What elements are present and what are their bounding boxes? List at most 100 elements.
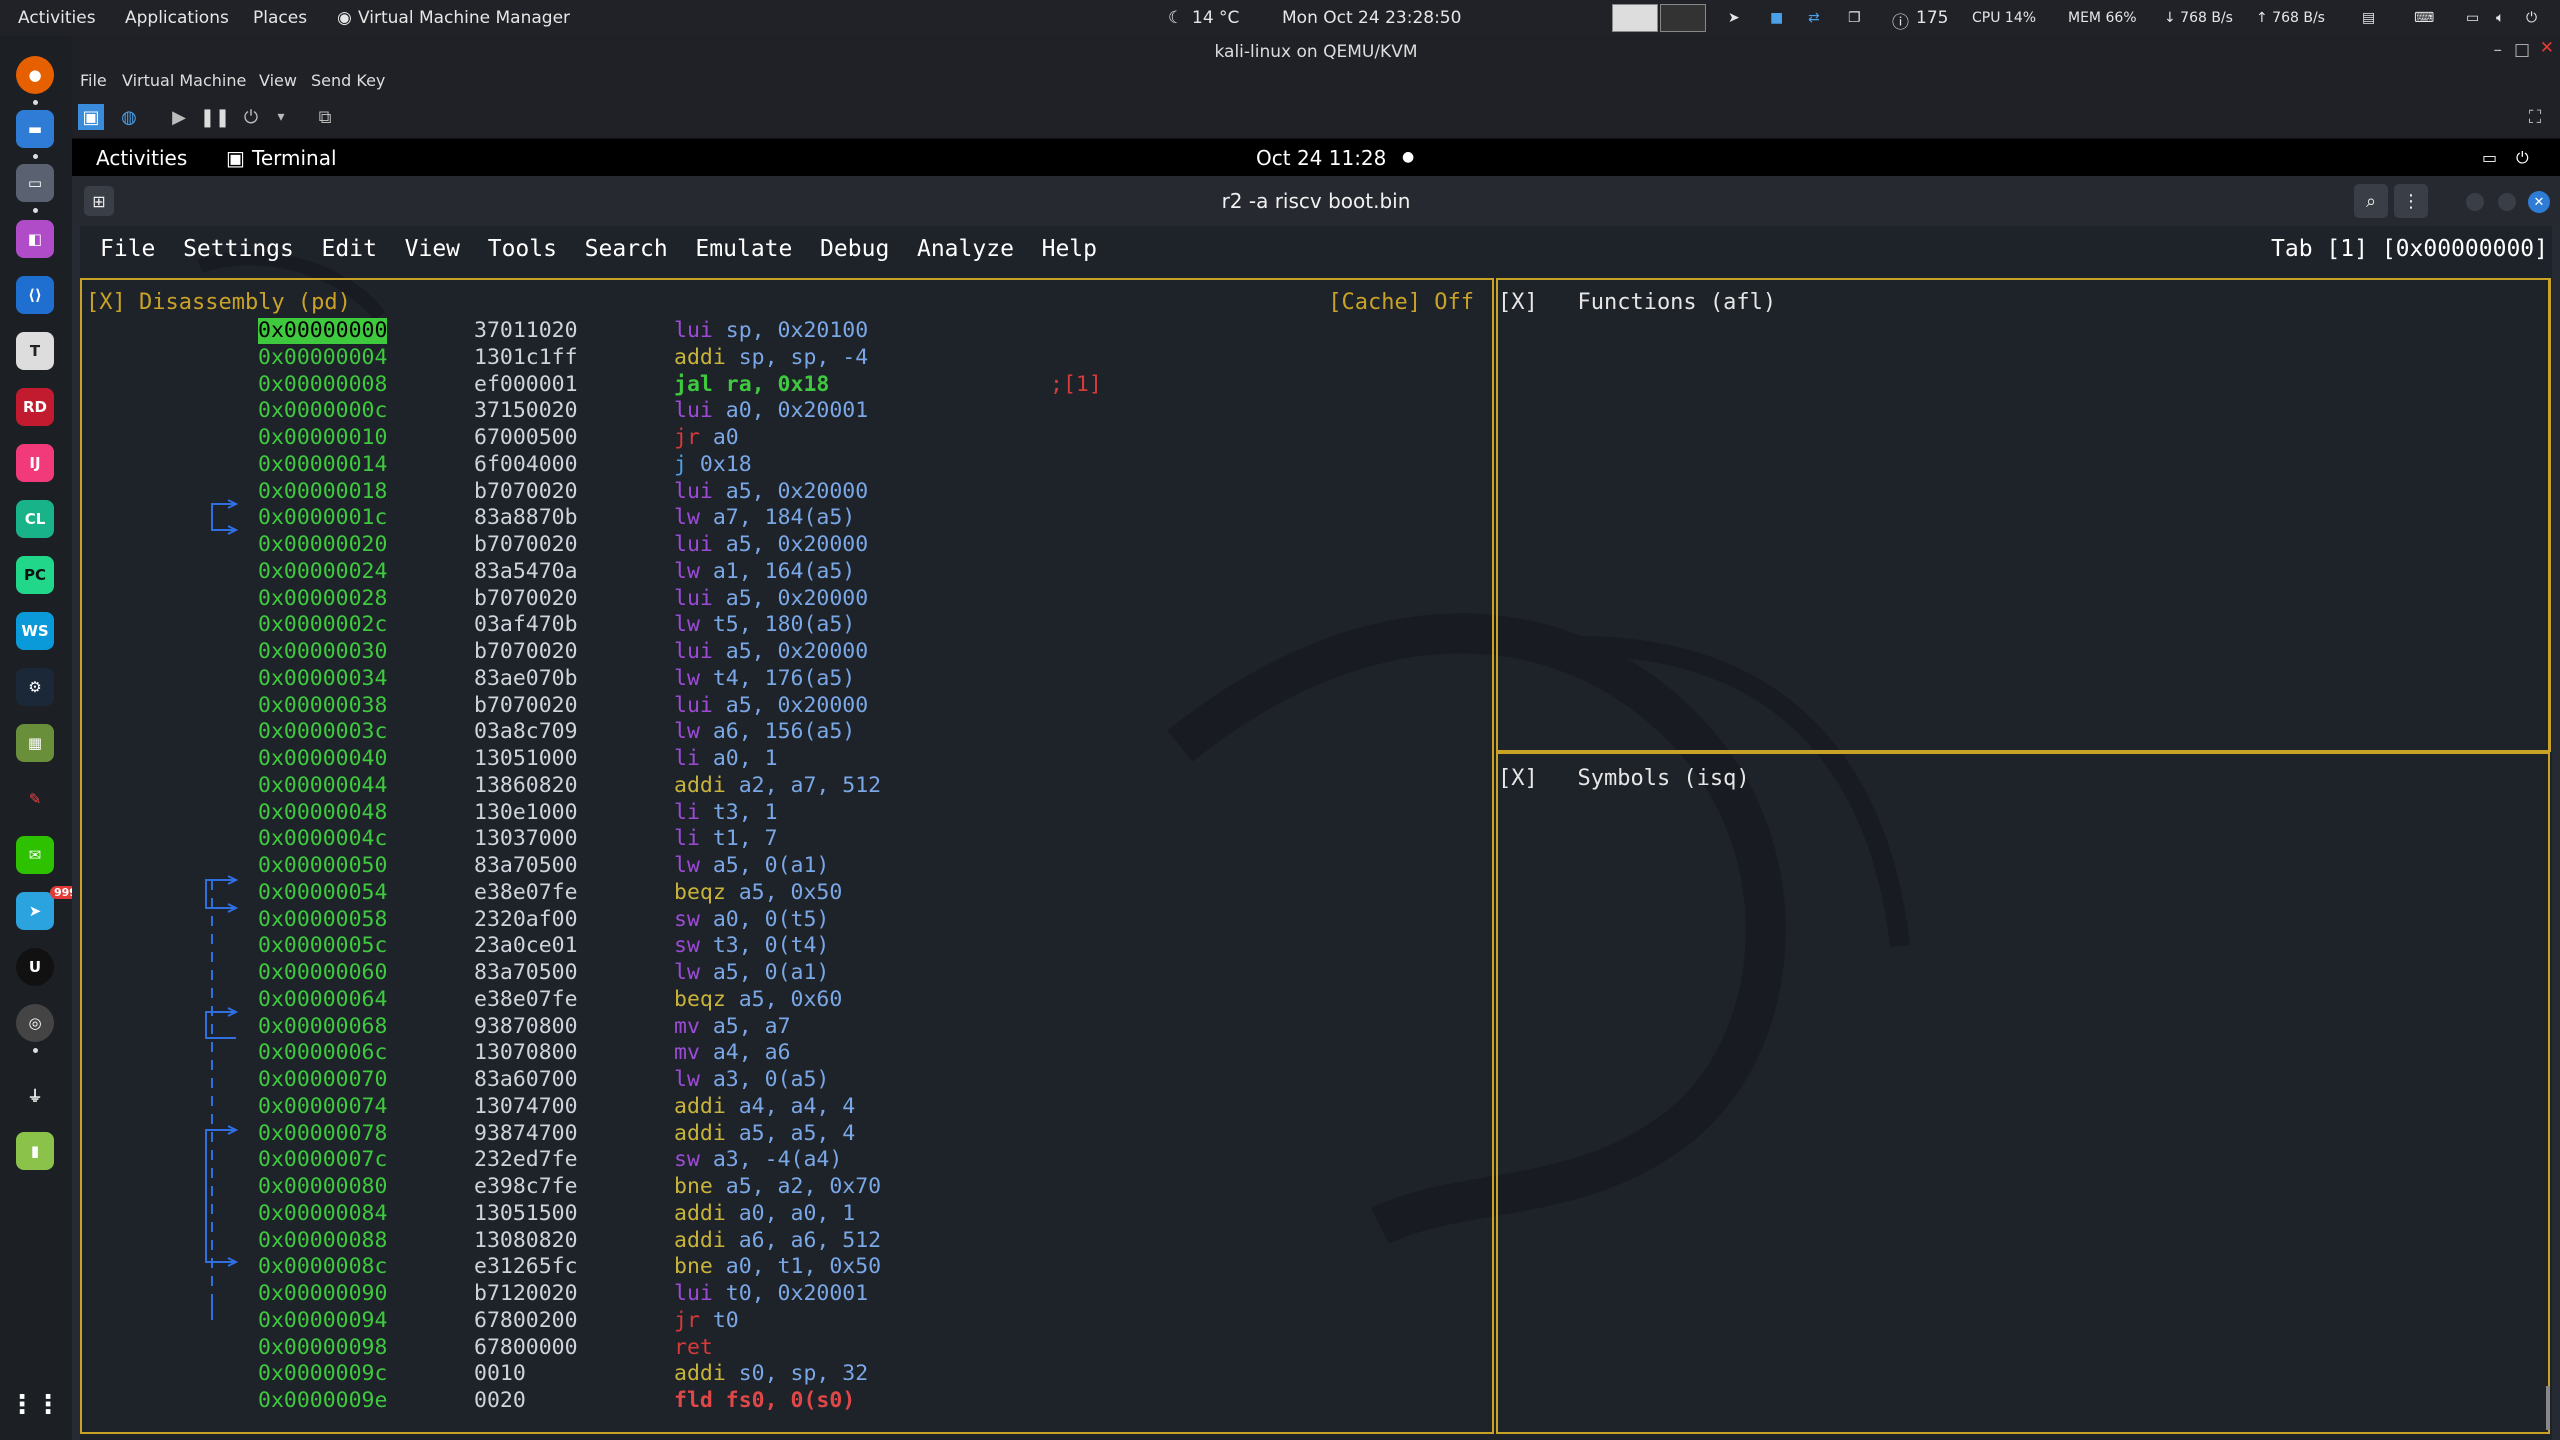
disasm-address[interactable]: 0x00000064 [258,987,387,1013]
files-icon[interactable]: ▬ [16,110,54,148]
guest-clock[interactable]: Oct 24 11:28 [1256,146,1386,170]
pycharm-icon[interactable]: PC [16,556,54,594]
cache-status[interactable]: [Cache] Off [1328,290,1474,315]
windows-icon[interactable]: ❐ [1848,10,1861,26]
workspace-1[interactable] [1612,4,1658,32]
disasm-row[interactable]: 0x00000010 67000500 jr a0 [82,425,1482,451]
close-icon[interactable]: ✕ [2540,38,2554,58]
symbols-panel[interactable]: [X] Symbols (isq) [1496,752,2550,1434]
disasm-row[interactable]: 0x00000060 83a70500 lw a5, 0(a1) [82,960,1482,986]
disasm-row[interactable]: 0x00000048 130e1000 li t3, 1 [82,800,1482,826]
active-app-name[interactable]: Virtual Machine Manager [358,8,570,28]
disasm-address[interactable]: 0x00000014 [258,452,387,478]
text-editor-icon[interactable]: T [16,332,54,370]
search-icon[interactable]: ⌕ [2354,184,2388,218]
disasm-row[interactable]: 0x0000003c 03a8c709 lw a6, 156(a5) [82,719,1482,745]
unreal-icon[interactable]: U [16,948,54,986]
minimize-icon[interactable]: – [2494,40,2503,60]
console-view-icon[interactable]: ▣ [78,104,104,130]
scrollbar-thumb[interactable] [2546,1386,2550,1430]
functions-title[interactable]: [X] Functions (afl) [1498,290,1776,315]
disasm-row[interactable]: 0x00000038 b7070020 lui a5, 0x20000 [82,693,1482,719]
disasm-row[interactable]: 0x0000004c 13037000 li t1, 7 [82,826,1482,852]
disasm-address[interactable]: 0x00000058 [258,907,387,933]
symbols-title[interactable]: [X] Symbols (isq) [1498,766,1750,791]
disasm-address[interactable]: 0x00000030 [258,639,387,665]
disasm-address[interactable]: 0x00000048 [258,800,387,826]
guest-display[interactable]: Activities ▣ Terminal Oct 24 11:28 ● ▭ ⏻… [72,139,2560,1440]
disasm-address[interactable]: 0x00000074 [258,1094,387,1120]
disasm-address[interactable]: 0x0000007c [258,1147,387,1173]
vm-menu-view[interactable]: View [259,71,297,90]
disasm-address[interactable]: 0x00000078 [258,1121,387,1147]
disasm-address[interactable]: 0x00000010 [258,425,387,451]
keyboard-icon[interactable]: ⌨ [2414,10,2434,26]
disasm-address[interactable]: 0x0000009c [258,1361,387,1387]
disasm-address[interactable]: 0x0000005c [258,933,387,959]
vscode-icon[interactable]: ⟨⟩ [16,276,54,314]
disasm-row[interactable]: 0x00000094 67800200 jr t0 [82,1308,1482,1334]
workspace-2[interactable] [1660,4,1706,32]
shutdown-icon[interactable]: ⏻ [238,104,264,130]
disasm-row[interactable]: 0x00000014 6f004000 j 0x18 [82,452,1482,478]
send-icon[interactable]: ➤ [1728,10,1740,26]
disasm-address[interactable]: 0x00000050 [258,853,387,879]
disasm-row[interactable]: 0x00000070 83a60700 lw a3, 0(a5) [82,1067,1482,1093]
details-view-icon[interactable]: ◍ [116,104,142,130]
disasm-row[interactable]: 0x00000098 67800000 ret [82,1335,1482,1361]
webstorm-icon[interactable]: WS [16,612,54,650]
disasm-address[interactable]: 0x00000054 [258,880,387,906]
disasm-row[interactable]: 0x00000078 93874700 addi a5, a5, 4 [82,1121,1482,1147]
cpu-usage[interactable]: CPU 14% [1972,10,2036,26]
disasm-row[interactable]: 0x00000018 b7070020 lui a5, 0x20000 [82,479,1482,505]
snapshots-icon[interactable]: ⧉ [312,104,338,130]
disasm-row[interactable]: 0x00000064 e38e07fe beqz a5, 0x60 [82,987,1482,1013]
disasm-row[interactable]: 0x00000054 e38e07fe beqz a5, 0x50 [82,880,1482,906]
disasm-address[interactable]: 0x00000060 [258,960,387,986]
disasm-row[interactable]: 0x0000000c 37150020 lui a0, 0x20001 [82,398,1482,424]
guest-power-icon[interactable]: ⏻ [2516,148,2529,168]
terminal-close-icon[interactable]: ✕ [2528,191,2550,213]
disasm-address[interactable]: 0x00000080 [258,1174,387,1200]
guest-activities-button[interactable]: Activities [96,146,187,170]
disasm-row[interactable]: 0x0000009c 0010 addi s0, sp, 32 [82,1361,1482,1387]
disasm-address[interactable]: 0x00000034 [258,666,387,692]
net-down[interactable]: ↓ 768 B/s [2164,10,2233,26]
disasm-row[interactable]: 0x0000002c 03af470b lw t5, 180(a5) [82,612,1482,638]
virt-manager-icon[interactable]: ◎ [16,1004,54,1042]
disasm-row[interactable]: 0x00000040 13051000 li a0, 1 [82,746,1482,772]
guest-screen-icon[interactable]: ▭ [2482,148,2497,167]
weather-temp[interactable]: 14 °C [1192,8,1239,28]
disasm-row[interactable]: 0x00000058 2320af00 sw a0, 0(t5) [82,907,1482,933]
disasm-address[interactable]: 0x00000000 [258,318,388,344]
disasm-address[interactable]: 0x0000008c [258,1254,387,1280]
disasm-address[interactable]: 0x00000004 [258,345,387,371]
disasm-address[interactable]: 0x0000003c [258,719,387,745]
telegram-icon[interactable]: ➤ 9999 [16,886,89,930]
applications-menu[interactable]: Applications [125,8,229,28]
run-icon[interactable]: ▶ [166,104,192,130]
rider-icon[interactable]: RD [16,388,54,426]
maximize-circle-icon[interactable] [2498,193,2516,211]
network-icon[interactable]: ⇄ [1808,10,1820,26]
terminal-body[interactable]: File Settings Edit View Tools Search Emu… [80,226,2552,1440]
disasm-address[interactable]: 0x0000001c [258,505,387,531]
disasm-row[interactable]: 0x00000068 93870800 mv a5, a7 [82,1014,1482,1040]
disasm-address[interactable]: 0x00000068 [258,1014,387,1040]
disasm-row[interactable]: 0x0000005c 23a0ce01 sw t3, 0(t4) [82,933,1482,959]
disasm-address[interactable]: 0x00000084 [258,1201,387,1227]
android-icon[interactable]: ▮ [16,1132,54,1170]
steam-icon[interactable]: ⚙ [16,668,54,706]
vm-menu-file[interactable]: File [80,71,107,90]
host-clock[interactable]: Mon Oct 24 23:28:50 [1282,8,1461,28]
host-activities-button[interactable]: Activities [18,8,96,28]
functions-panel[interactable]: [X] Functions (afl) [1496,278,2551,752]
disasm-row[interactable]: 0x00000090 b7120020 lui t0, 0x20001 [82,1281,1482,1307]
disasm-row[interactable]: 0x0000006c 13070800 mv a4, a6 [82,1040,1482,1066]
r2-menu-bar[interactable]: File Settings Edit View Tools Search Emu… [100,236,1097,262]
guest-app-name[interactable]: Terminal [252,146,337,170]
chat-icon[interactable]: ■ [1770,10,1783,26]
disasm-row[interactable]: 0x00000088 13080820 addi a6, a6, 512 [82,1228,1482,1254]
disasm-address[interactable]: 0x00000018 [258,479,387,505]
disasm-row[interactable]: 0x0000007c 232ed7fe sw a3, -4(a4) [82,1147,1482,1173]
